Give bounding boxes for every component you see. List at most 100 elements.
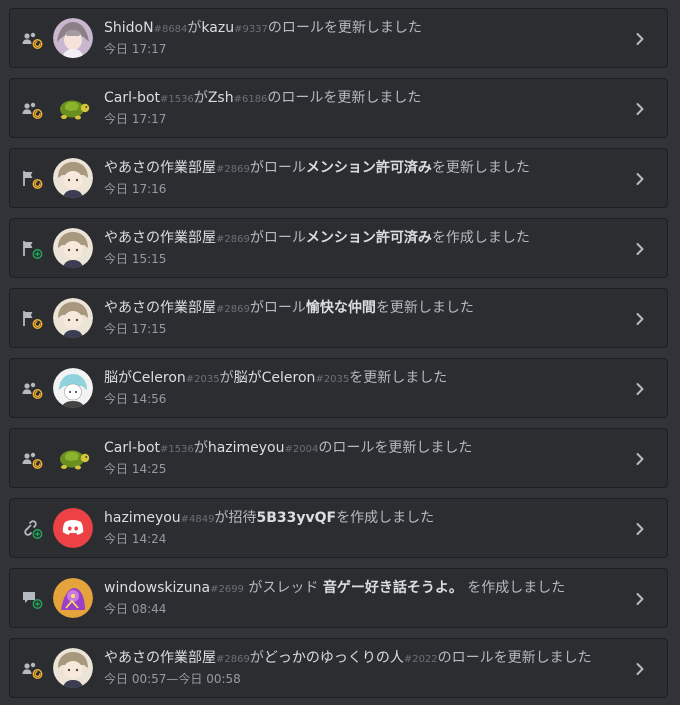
audit-log-entry[interactable]: やあさの作業部屋#2869がロールメンション許可済みを作成しました今日 15:1… [9,218,668,278]
audit-log-list: ShidoN#8684がkazu#9337のロールを更新しました 今日 17:17… [0,0,680,705]
member-update-icon [21,379,43,399]
chevron-right-icon[interactable] [635,381,645,397]
discriminator: #1536 [160,444,194,455]
entry-summary: ShidoN#8684がkazu#9337のロールを更新しました [104,18,617,40]
discriminator: #2869 [216,654,250,665]
entry-text: Carl-bot#1536がZsh#6186のロールを更新しました 今日 17:1… [104,88,617,127]
chevron-right-icon[interactable] [635,101,645,117]
discriminator: #1536 [160,94,194,105]
username: kazu [201,20,235,36]
entry-text: やあさの作業部屋#2869がどっかのゆっくりの人#2022のロールを更新しました… [104,648,617,687]
audit-log-entry[interactable]: Carl-bot#1536がhazimeyou#2004のロールを更新しました今… [9,428,668,488]
audit-log-entry[interactable]: hazimeyou#4849が招待5B33yvQFを作成しました 今日 14:24 [9,498,668,558]
member-role-update-icon [21,659,43,679]
action-text: がロール [249,160,306,176]
audit-log-entry[interactable]: やあさの作業部屋#2869がどっかのゆっくりの人#2022のロールを更新しました… [9,638,668,698]
chevron-right-icon[interactable] [635,241,645,257]
entry-summary: Carl-bot#1536がhazimeyou#2004のロールを更新しました [104,438,617,460]
discriminator: #2869 [216,304,250,315]
target-name: 愉快な仲間 [305,300,376,316]
member-role-update-icon [21,29,43,49]
audit-log-entry[interactable]: ShidoN#8684がkazu#9337のロールを更新しました 今日 17:17 [9,8,668,68]
entry-timestamp: 今日 15:15 [104,252,167,266]
entry-timestamp: 今日 14:24 [104,532,167,546]
discriminator: #9337 [234,24,268,35]
entry-timestamp: 今日 14:56 [104,392,167,406]
target-name: 音ゲー好き話そうよ。 [322,580,463,596]
action-text: が [249,650,264,666]
action-text: を作成しました [462,580,566,596]
discriminator: #2004 [284,444,319,455]
action-text: を更新しました [349,370,448,386]
audit-log-entry[interactable]: Carl-bot#1536がZsh#6186のロールを更新しました 今日 17:1… [9,78,668,138]
chevron-right-icon[interactable] [635,171,645,187]
discriminator: #4849 [180,514,215,525]
entry-timestamp: 今日 14:25 [104,462,167,476]
chevron-right-icon[interactable] [635,661,645,677]
action-text: のロールを更新しました [437,650,592,666]
action-text: が [219,370,234,386]
sketch-girl-avatar [53,368,93,408]
turtle-avatar [53,438,93,478]
entry-timestamp: 今日 00:57—今日 00:58 [104,672,241,686]
action-text: のロールを更新しました [267,20,422,36]
entry-text: やあさの作業部屋#2869がロールメンション許可済みを作成しました今日 15:1… [104,228,617,267]
action-text: がスレッド [243,580,323,596]
discriminator: #2699 [210,584,244,595]
discriminator: #6186 [233,94,268,105]
entry-summary: やあさの作業部屋#2869がロール愉快な仲間を更新しました [104,298,617,320]
username: Carl-bot [104,440,160,456]
entry-text: やあさの作業部屋#2869がロールメンション許可済みを更新しました 今日 17:1… [104,158,617,197]
action-text: が招待 [214,510,257,526]
discriminator: #2869 [216,164,250,175]
discriminator: #8684 [153,24,188,35]
action-text: がロール [249,230,306,246]
audit-log-entry[interactable]: やあさの作業部屋#2869がロールメンション許可済みを更新しました 今日 17:1… [9,148,668,208]
entry-text: hazimeyou#4849が招待5B33yvQFを作成しました 今日 14:24 [104,508,617,547]
role-flag-icon [21,239,43,259]
username: やあさの作業部屋 [104,300,216,316]
discriminator: #2035 [185,374,220,385]
target-name: メンション許可済み [305,160,432,176]
entry-timestamp: 今日 08:44 [104,602,167,616]
target-name: メンション許可済み [305,230,432,246]
action-text: を作成しました [431,230,530,246]
purple-character-avatar [53,578,93,618]
username: どっかのゆっくりの人 [263,650,404,666]
username: windowskizuna [104,580,211,596]
discriminator: #2035 [315,374,350,385]
action-text: のロールを更新しました [267,90,422,106]
action-text: がロール [249,300,306,316]
username: Carl-bot [104,90,160,106]
discriminator: #2869 [216,234,250,245]
chevron-right-icon[interactable] [635,451,645,467]
action-text: のロールを更新しました [318,440,473,456]
audit-log-entry[interactable]: 脳がCeleron#2035が脳がCeleron#2035を更新しました今日 1… [9,358,668,418]
action-text: が [193,440,208,456]
entry-timestamp: 今日 17:16 [104,182,167,196]
entry-text: 脳がCeleron#2035が脳がCeleron#2035を更新しました今日 1… [104,368,617,407]
chibi-girl-avatar [53,648,93,688]
role-flag-icon [21,169,43,189]
audit-log-entry[interactable]: やあさの作業部屋#2869がロール愉快な仲間を更新しました今日 17:15 [9,288,668,348]
entry-timestamp: 今日 17:15 [104,322,167,336]
entry-text: やあさの作業部屋#2869がロール愉快な仲間を更新しました今日 17:15 [104,298,617,337]
discord-logo-avatar [53,508,93,548]
entry-summary: 脳がCeleron#2035が脳がCeleron#2035を更新しました [104,368,617,390]
chibi-girl-avatar [53,158,93,198]
invite-link-icon [21,519,43,539]
chevron-right-icon[interactable] [635,31,645,47]
action-text: を作成しました [336,510,435,526]
action-text: を更新しました [431,160,530,176]
entry-summary: やあさの作業部屋#2869がロールメンション許可済みを作成しました [104,228,617,250]
chevron-right-icon[interactable] [635,591,645,607]
turtle-avatar [53,88,93,128]
chibi-girl-avatar [53,298,93,338]
username: hazimeyou [104,510,181,526]
chevron-right-icon[interactable] [635,311,645,327]
chevron-right-icon[interactable] [635,521,645,537]
entry-text: windowskizuna#2699 がスレッド 音ゲー好き話そうよ。 を作成し… [104,578,617,617]
audit-log-entry[interactable]: windowskizuna#2699 がスレッド 音ゲー好き話そうよ。 を作成し… [9,568,668,628]
action-text: を更新しました [375,300,474,316]
username: やあさの作業部屋 [104,230,216,246]
